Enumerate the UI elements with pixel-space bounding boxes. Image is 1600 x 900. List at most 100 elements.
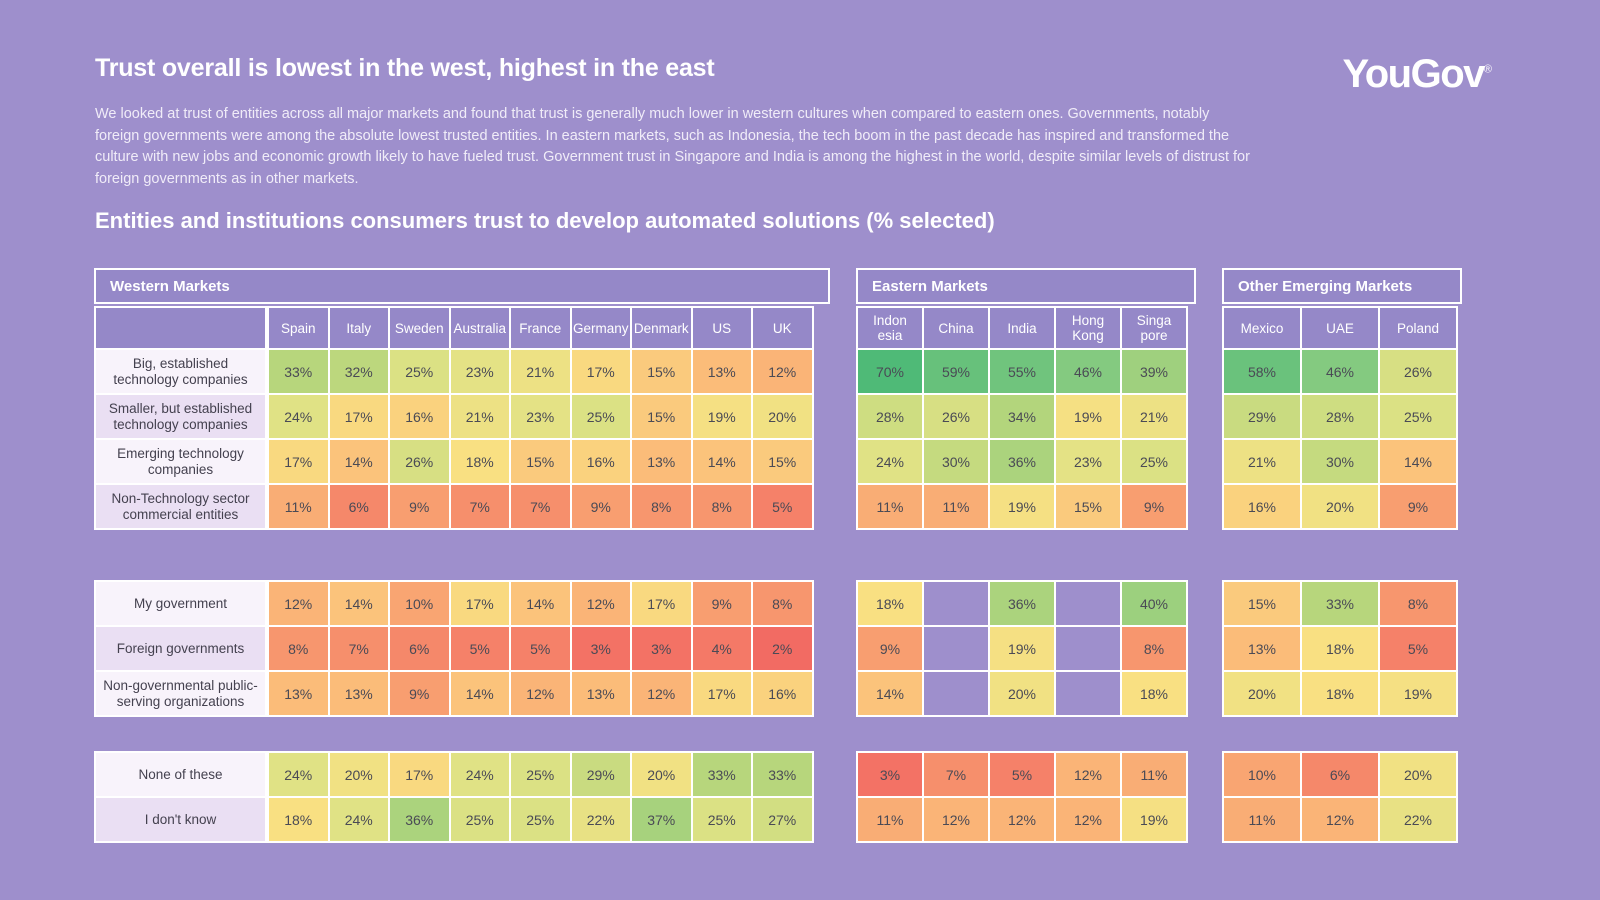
- table-row: 29% 28% 25%: [1222, 393, 1458, 440]
- table-row: 24% 20% 17% 24% 25% 29% 20% 33% 33%: [267, 751, 814, 798]
- heatmap-cell-poland-emerging-technology-companies: 14%: [1378, 438, 1458, 485]
- table-row: 16% 20% 9%: [1222, 483, 1458, 530]
- heatmap-cell-mexico-non-governmental-public-serving-organizations: 20%: [1222, 670, 1302, 717]
- heatmap-block-western-markets-section-1: Western Markets Big, established technolo…: [94, 268, 830, 530]
- table-row: 33% 32% 25% 23% 21% 17% 15% 13% 12%: [267, 348, 814, 395]
- table-row: 17% 14% 26% 18% 15% 16% 13% 14% 15%: [267, 438, 814, 485]
- heatmap-cell-singa-pore-non-governmental-public-serving-organizations: 18%: [1120, 670, 1188, 717]
- heatmap-cell-denmark-smaller-but-established-technology-companies: 15%: [630, 393, 693, 440]
- heatmap-cell-empty: [922, 670, 990, 717]
- table-row: 24% 17% 16% 21% 23% 25% 15% 19% 20%: [267, 393, 814, 440]
- heatmap-cell-france-smaller-but-established-technology-companies: 23%: [509, 393, 572, 440]
- heatmap-cell-indon-esia-emerging-technology-companies: 24%: [856, 438, 924, 485]
- row-label-smaller-but-established-technology-companies: Smaller, but established technology comp…: [94, 393, 267, 440]
- heatmap-cell-france-non-technology-sector-commercial-entities: 7%: [509, 483, 572, 530]
- heatmap-cell-germany-i-don-t-know: 22%: [569, 796, 632, 843]
- heatmap-cell-india-non-technology-sector-commercial-entities: 19%: [988, 483, 1056, 530]
- heatmap-cell-poland-non-technology-sector-commercial-entities: 9%: [1378, 483, 1458, 530]
- heatmap-block-other-emerging-markets-section-3: 10% 6% 20% 11% 12% 22%: [1222, 751, 1458, 843]
- heatmap-cell-mexico-my-government: 15%: [1222, 580, 1302, 627]
- heatmap-cell-uk-big-established-technology-companies: 12%: [751, 348, 814, 395]
- heatmap-cell-france-non-governmental-public-serving-organizations: 12%: [509, 670, 572, 717]
- heatmap-cell-france-emerging-technology-companies: 15%: [509, 438, 572, 485]
- heatmap-cell-uk-my-government: 8%: [751, 580, 814, 627]
- column-header-uk: UK: [751, 306, 814, 350]
- heatmap-grid: Big, established technology companies Sma…: [94, 306, 830, 530]
- data-columns: 15% 33% 8% 13% 18% 5% 20% 18% 19%: [1222, 580, 1458, 717]
- heatmap-grid: 18% 36% 40% 9% 19% 8% 14% 20% 18%: [856, 580, 1188, 717]
- heatmap-cell-spain-my-government: 12%: [267, 580, 330, 627]
- heatmap-cell-mexico-big-established-technology-companies: 58%: [1222, 348, 1302, 395]
- heatmap-cell-us-my-government: 9%: [690, 580, 753, 627]
- heatmap-cell-mexico-non-technology-sector-commercial-entities: 16%: [1222, 483, 1302, 530]
- heatmap-cell-italy-i-don-t-know: 24%: [327, 796, 390, 843]
- heatmap-cell-germany-non-governmental-public-serving-organizations: 13%: [569, 670, 632, 717]
- heatmap-cell-hong-kong-i-don-t-know: 12%: [1054, 796, 1122, 843]
- heatmap-cell-hong-kong-non-technology-sector-commercial-entities: 15%: [1054, 483, 1122, 530]
- heatmap-cell-china-non-technology-sector-commercial-entities: 11%: [922, 483, 990, 530]
- heatmap-cell-poland-none-of-these: 20%: [1378, 751, 1458, 798]
- heatmap-cell-india-foreign-governments: 19%: [988, 625, 1056, 672]
- row-label-column: My government Foreign governments Non-gove…: [94, 580, 267, 717]
- heatmap-cell-poland-smaller-but-established-technology-companies: 25%: [1378, 393, 1458, 440]
- heatmap-cell-empty: [1054, 670, 1122, 717]
- heatmap-cell-uk-smaller-but-established-technology-companies: 20%: [751, 393, 814, 440]
- heatmap-grid: Indon esia China India Hong Kong Singa pore 70% 5…: [856, 306, 1196, 530]
- heatmap-cell-empty: [922, 580, 990, 627]
- heatmap-cell-uae-i-don-t-know: 12%: [1300, 796, 1380, 843]
- table-row: 24% 30% 36% 23% 25%: [856, 438, 1188, 485]
- row-label-emerging-technology-companies: Emerging technology companies: [94, 438, 267, 485]
- heatmap-cell-denmark-my-government: 17%: [630, 580, 693, 627]
- heatmap-cell-spain-non-technology-sector-commercial-entities: 11%: [267, 483, 330, 530]
- heatmap-cell-denmark-emerging-technology-companies: 13%: [630, 438, 693, 485]
- heatmap-cell-australia-non-governmental-public-serving-organizations: 14%: [448, 670, 511, 717]
- corner-blank-cell: [94, 306, 267, 350]
- heatmap-block-eastern-markets-section-1: Eastern Markets Indon esia China India Hong Ko…: [856, 268, 1196, 530]
- heatmap-cell-spain-smaller-but-established-technology-companies: 24%: [267, 393, 330, 440]
- heatmap-cell-sweden-big-established-technology-companies: 25%: [388, 348, 451, 395]
- heatmap-cell-france-i-don-t-know: 25%: [509, 796, 572, 843]
- heatmap-cell-uae-foreign-governments: 18%: [1300, 625, 1380, 672]
- table-row: 11% 12% 22%: [1222, 796, 1458, 843]
- column-header-singa-pore: Singa pore: [1120, 306, 1188, 350]
- heatmap-cell-poland-my-government: 8%: [1378, 580, 1458, 627]
- table-row: 28% 26% 34% 19% 21%: [856, 393, 1188, 440]
- table-row: 11% 11% 19% 15% 9%: [856, 483, 1188, 530]
- table-row: 13% 18% 5%: [1222, 625, 1458, 672]
- column-header-row: Mexico UAE Poland: [1222, 306, 1458, 350]
- row-label-foreign-governments: Foreign governments: [94, 625, 267, 672]
- row-label-column: Big, established technology companies Sma…: [94, 306, 267, 530]
- logo-text: YouGov: [1342, 52, 1486, 96]
- heatmap-cell-italy-none-of-these: 20%: [327, 751, 390, 798]
- column-header-spain: Spain: [267, 306, 330, 350]
- heatmap-cell-sweden-i-don-t-know: 36%: [388, 796, 451, 843]
- heatmap-cell-poland-foreign-governments: 5%: [1378, 625, 1458, 672]
- heatmap-cell-uk-non-governmental-public-serving-organizations: 16%: [751, 670, 814, 717]
- heatmap-cell-uk-non-technology-sector-commercial-entities: 5%: [751, 483, 814, 530]
- heatmap-cell-empty: [1054, 580, 1122, 627]
- infographic-page: Trust overall is lowest in the west, hig…: [0, 0, 1600, 900]
- heatmap-cell-us-foreign-governments: 4%: [690, 625, 753, 672]
- heatmap-cell-singa-pore-none-of-these: 11%: [1120, 751, 1188, 798]
- heatmap-cell-india-i-don-t-know: 12%: [988, 796, 1056, 843]
- heatmap-cell-italy-my-government: 14%: [327, 580, 390, 627]
- heatmap-cell-uae-non-technology-sector-commercial-entities: 20%: [1300, 483, 1380, 530]
- heatmap-cell-china-big-established-technology-companies: 59%: [922, 348, 990, 395]
- heatmap-cell-uk-foreign-governments: 2%: [751, 625, 814, 672]
- heatmap-cell-australia-smaller-but-established-technology-companies: 21%: [448, 393, 511, 440]
- heatmap-cell-singa-pore-smaller-but-established-technology-companies: 21%: [1120, 393, 1188, 440]
- heatmap-cell-germany-smaller-but-established-technology-companies: 25%: [569, 393, 632, 440]
- yougov-logo: YouGov®: [1343, 52, 1492, 97]
- table-row: 21% 30% 14%: [1222, 438, 1458, 485]
- heatmap-cell-india-big-established-technology-companies: 55%: [988, 348, 1056, 395]
- heatmap-cell-indon-esia-smaller-but-established-technology-companies: 28%: [856, 393, 924, 440]
- heatmap-cell-denmark-foreign-governments: 3%: [630, 625, 693, 672]
- heatmap-grid: 3% 7% 5% 12% 11% 11% 12% 12% 12% 19%: [856, 751, 1188, 843]
- row-label-column: None of these I don't know: [94, 751, 267, 843]
- data-columns: 12% 14% 10% 17% 14% 12% 17% 9% 8% 8% 7% 6% 5% 5% 3% 3% 4…: [267, 580, 814, 717]
- heatmap-cell-mexico-i-don-t-know: 11%: [1222, 796, 1302, 843]
- heatmap-cell-uae-none-of-these: 6%: [1300, 751, 1380, 798]
- heatmap-cell-india-none-of-these: 5%: [988, 751, 1056, 798]
- group-title-other-emerging-markets: Other Emerging Markets: [1222, 268, 1462, 304]
- heatmap-cell-india-emerging-technology-companies: 36%: [988, 438, 1056, 485]
